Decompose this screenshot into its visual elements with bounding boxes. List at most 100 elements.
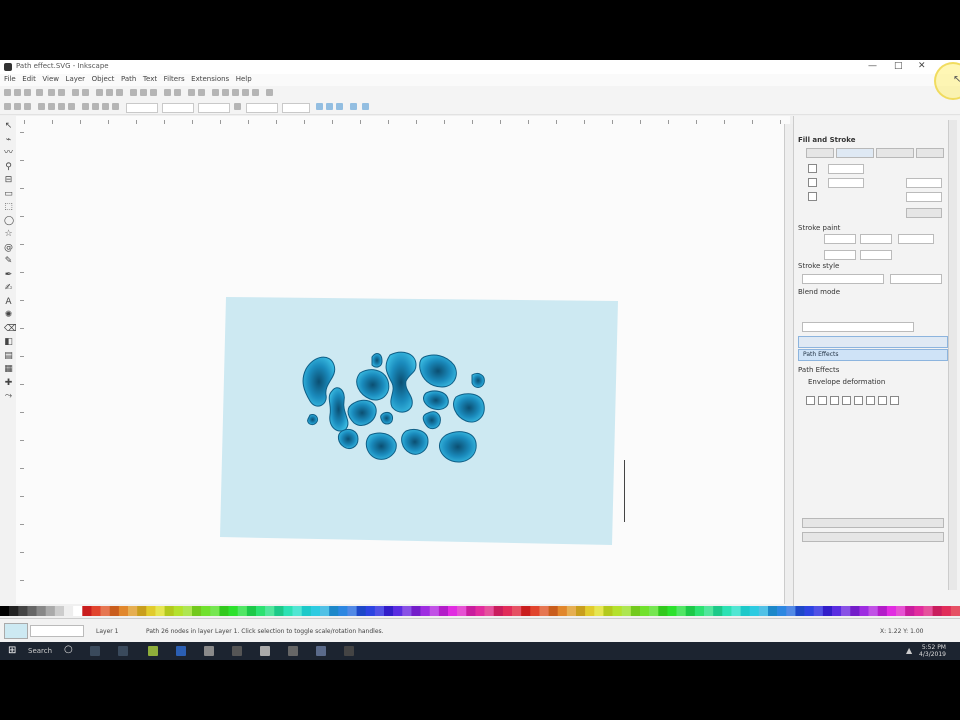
units-select[interactable]: [282, 103, 310, 113]
fill-stroke-icon[interactable]: [212, 89, 219, 96]
system-clock[interactable]: 5:52 PM 4/3/2019: [919, 644, 946, 658]
effect-option-icon[interactable]: [842, 396, 851, 405]
palette-swatch[interactable]: [795, 606, 805, 616]
palette-swatch[interactable]: [91, 606, 101, 616]
palette-swatch[interactable]: [722, 606, 732, 616]
select-icon[interactable]: ↖: [4, 122, 13, 131]
linear-gradient-icon[interactable]: [808, 192, 817, 201]
cap-field[interactable]: [860, 250, 892, 260]
palette-swatch[interactable]: [466, 606, 476, 616]
print-icon[interactable]: [36, 89, 43, 96]
palette-swatch[interactable]: [603, 606, 613, 616]
palette-swatch[interactable]: [493, 606, 504, 616]
palette-swatch[interactable]: [612, 606, 623, 616]
palette-swatch[interactable]: [210, 606, 220, 616]
ellipse-icon[interactable]: ◯: [4, 216, 14, 226]
windows-start-icon[interactable]: ⊞: [8, 645, 16, 656]
flip-h-icon[interactable]: [58, 103, 65, 110]
y-field[interactable]: [162, 103, 194, 113]
palette-swatch[interactable]: [393, 606, 403, 616]
blend-slider[interactable]: [802, 274, 884, 284]
paste-icon[interactable]: [116, 89, 123, 96]
tab-fill[interactable]: [806, 148, 834, 158]
copy-icon[interactable]: [96, 89, 103, 96]
palette-swatch[interactable]: [822, 606, 833, 616]
connector-icon[interactable]: ⤳: [4, 392, 13, 401]
palette-swatch[interactable]: [237, 606, 248, 616]
new-icon[interactable]: [4, 89, 11, 96]
palette-swatch[interactable]: [566, 606, 577, 616]
ungroup-icon[interactable]: [198, 89, 205, 96]
palette-swatch[interactable]: [502, 606, 513, 616]
preferences-icon[interactable]: [266, 89, 273, 96]
palette-swatch[interactable]: [182, 606, 193, 616]
palette-swatch[interactable]: [9, 606, 19, 616]
palette-swatch[interactable]: [932, 606, 943, 616]
palette-swatch[interactable]: [941, 606, 952, 616]
zoom-selection-icon[interactable]: [130, 89, 137, 96]
select-all-icon[interactable]: [4, 103, 11, 110]
palette-swatch[interactable]: [950, 606, 960, 616]
text-icon[interactable]: A: [4, 297, 13, 307]
fill-indicator[interactable]: [4, 623, 28, 639]
star-icon[interactable]: ☆: [4, 230, 13, 239]
palette-swatch[interactable]: [850, 606, 860, 616]
palette-swatch[interactable]: [329, 606, 339, 616]
palette-swatch[interactable]: [54, 606, 65, 616]
palette-swatch[interactable]: [649, 606, 659, 616]
3dbox-icon[interactable]: ⬚: [4, 203, 13, 212]
palette-swatch[interactable]: [201, 606, 211, 616]
palette-swatch[interactable]: [320, 606, 330, 616]
palette-swatch[interactable]: [82, 606, 92, 616]
palette-swatch[interactable]: [292, 606, 303, 616]
menu-object[interactable]: Object: [92, 75, 115, 83]
marker-select[interactable]: [890, 274, 942, 284]
palette-swatch[interactable]: [301, 606, 312, 616]
tab-stroke-paint[interactable]: [836, 148, 874, 158]
effect-option-icon[interactable]: [830, 396, 839, 405]
palette-swatch[interactable]: [365, 606, 376, 616]
taskbar-app-icon[interactable]: [288, 646, 298, 656]
menu-layer[interactable]: Layer: [66, 75, 86, 83]
taskbar-app-icon[interactable]: [204, 646, 214, 656]
palette-swatch[interactable]: [667, 606, 677, 616]
alpha-field[interactable]: [828, 178, 864, 188]
menu-help[interactable]: Help: [236, 75, 252, 83]
blob-shape[interactable]: [380, 412, 393, 425]
drawing-canvas[interactable]: [24, 124, 784, 604]
menu-text[interactable]: Text: [143, 75, 157, 83]
menu-extensions[interactable]: Extensions: [191, 75, 229, 83]
taskbar-app-icon[interactable]: [232, 646, 242, 656]
bucket-icon[interactable]: ◧: [4, 338, 13, 347]
palette-swatch[interactable]: [274, 606, 284, 616]
effect-option-icon[interactable]: [854, 396, 863, 405]
lower-icon[interactable]: [92, 103, 99, 110]
blur-field[interactable]: [906, 192, 942, 202]
remove-effect-button[interactable]: [802, 532, 944, 542]
palette-swatch[interactable]: [548, 606, 559, 616]
palette-swatch[interactable]: [877, 606, 888, 616]
palette-swatch[interactable]: [777, 606, 787, 616]
palette-swatch[interactable]: [868, 606, 879, 616]
select-all-layers-icon[interactable]: [14, 103, 21, 110]
color-palette[interactable]: [0, 606, 960, 616]
clone-icon[interactable]: [174, 89, 181, 96]
no-paint-icon[interactable]: [808, 164, 817, 173]
file-explorer-icon[interactable]: [90, 646, 100, 656]
undo-icon[interactable]: [72, 89, 79, 96]
palette-swatch[interactable]: [438, 606, 449, 616]
effect-option-icon[interactable]: [890, 396, 899, 405]
transform-gradient-icon[interactable]: [336, 103, 343, 110]
spray-icon[interactable]: ✺: [4, 311, 13, 320]
palette-swatch[interactable]: [841, 606, 851, 616]
palette-swatch[interactable]: [658, 606, 668, 616]
palette-swatch[interactable]: [594, 606, 604, 616]
raise-bottom-icon[interactable]: [82, 103, 89, 110]
palette-swatch[interactable]: [694, 606, 705, 616]
duplicate-icon[interactable]: [164, 89, 171, 96]
menu-file[interactable]: File: [4, 75, 16, 83]
blob-shape[interactable]: [365, 432, 397, 460]
dash-field[interactable]: [898, 234, 934, 244]
effects-list-row-selected[interactable]: Path Effects: [798, 349, 948, 361]
palette-swatch[interactable]: [374, 606, 385, 616]
